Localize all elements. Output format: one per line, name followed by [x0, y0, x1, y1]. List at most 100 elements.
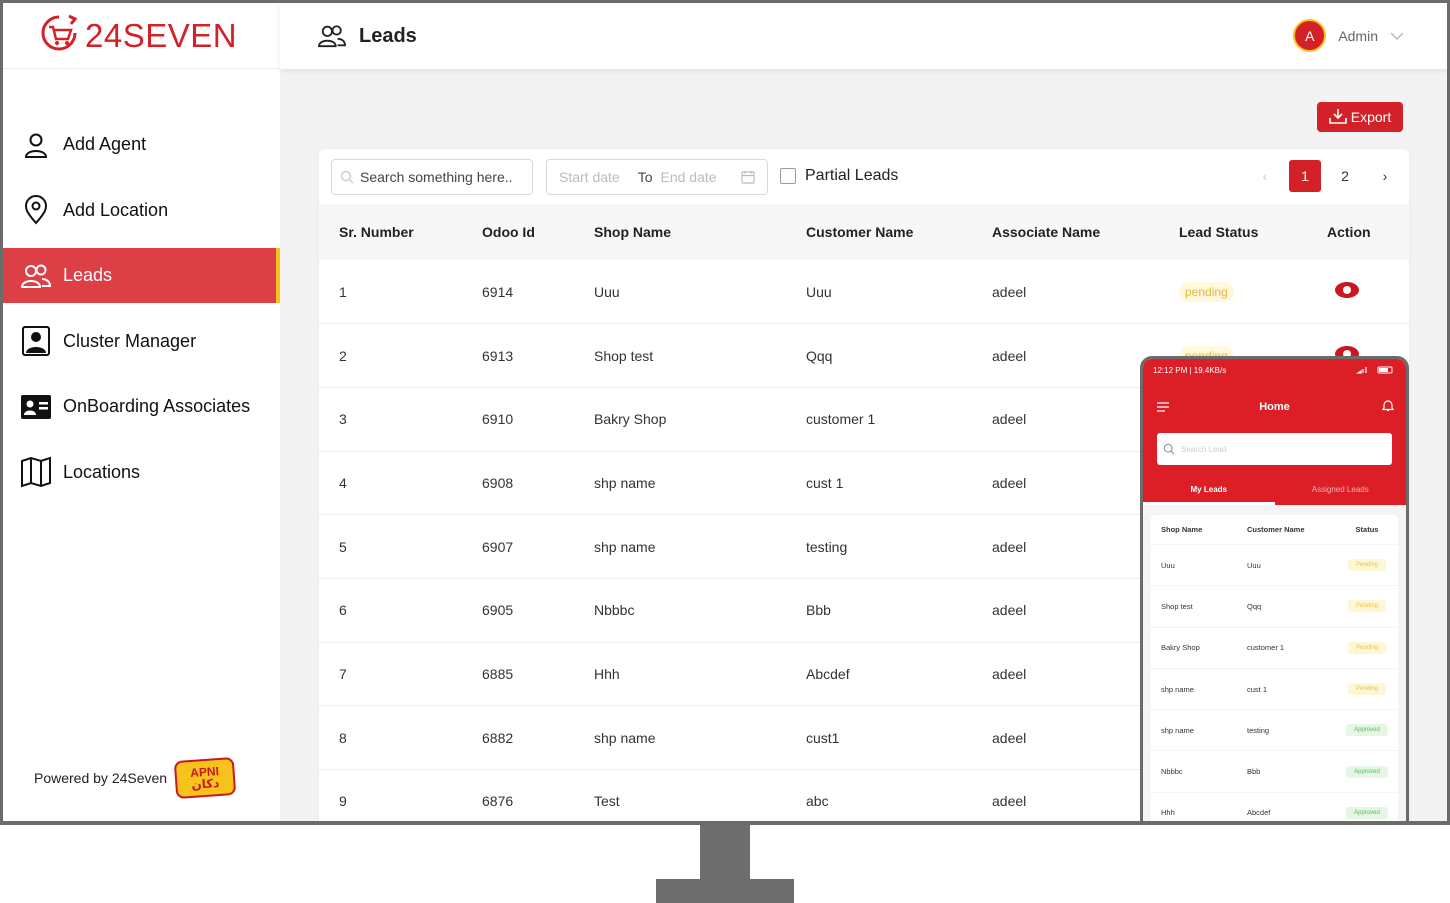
table-cell: 5: [319, 514, 482, 579]
partner-logo: APNI ﺩﮐﺎﻥ: [173, 756, 237, 800]
table-cell: Nbbbc: [594, 578, 806, 643]
table-cell: Shop test: [594, 323, 806, 388]
page-2-button[interactable]: 2: [1329, 160, 1361, 192]
sidebar-item-add-location[interactable]: Add Location: [3, 183, 280, 238]
search-placeholder: Search something here..: [360, 169, 513, 185]
phone-search-input[interactable]: Search Lead: [1157, 433, 1392, 465]
list-item[interactable]: Uuu Uuu Pending: [1151, 545, 1398, 587]
phone-tabs: My Leads Assigned Leads: [1143, 477, 1406, 505]
date-range-picker[interactable]: Start date To End date: [546, 159, 768, 195]
chevron-down-icon[interactable]: [1390, 29, 1404, 43]
list-cell: Uuu: [1247, 560, 1261, 570]
sidebar-item-leads[interactable]: Leads: [3, 248, 280, 303]
column-header[interactable]: Odoo Id: [482, 204, 594, 260]
list-item[interactable]: shp name testing Approved: [1151, 710, 1398, 752]
list-cell: Uuu: [1161, 560, 1175, 570]
phone-header: 12:12 PM | 19.4KB/s Home Search Lead My …: [1143, 359, 1406, 505]
sidebar-item-onboarding-associates[interactable]: OnBoarding Associates: [3, 379, 280, 434]
table-header-row: Sr. Number Odoo Id Shop Name Customer Na…: [319, 204, 1409, 260]
table-cell: testing: [806, 514, 992, 579]
status-cell: pending: [1179, 260, 1327, 325]
list-cell: testing: [1247, 725, 1270, 735]
chevron-right-icon[interactable]: ›: [1369, 160, 1401, 192]
column-header[interactable]: Associate Name: [992, 204, 1179, 260]
phone-status-time: 12:12 PM | 19.4KB/s: [1153, 366, 1227, 375]
sidebar-item-label: OnBoarding Associates: [63, 396, 251, 416]
list-item[interactable]: Nbbbc Bbb Approved: [1151, 751, 1398, 793]
id-card-icon: [19, 390, 53, 424]
start-date-input[interactable]: Start date: [559, 169, 620, 185]
end-date-input[interactable]: End date: [661, 169, 717, 185]
partial-leads-toggle[interactable]: Partial Leads: [780, 167, 898, 185]
list-cell: cust 1: [1247, 684, 1268, 694]
filter-bar: Search something here.. Start date To En…: [319, 149, 1409, 204]
eye-icon[interactable]: [1335, 282, 1359, 299]
calendar-icon[interactable]: [741, 170, 755, 184]
list-item[interactable]: Bakry Shop customer 1 Pending: [1151, 628, 1398, 669]
table-cell: shp name: [594, 451, 806, 516]
chevron-left-icon[interactable]: ‹: [1249, 160, 1281, 192]
user-menu[interactable]: A Admin: [1293, 19, 1404, 52]
bell-icon[interactable]: [1381, 399, 1395, 415]
column-header[interactable]: Status: [1337, 525, 1397, 534]
column-header[interactable]: Sr. Number: [319, 204, 482, 260]
user-icon: [19, 128, 53, 162]
sidebar-item-cluster-manager[interactable]: Cluster Manager: [3, 314, 280, 369]
column-header[interactable]: Lead Status: [1179, 204, 1327, 260]
list-cell: Bakry Shop: [1161, 643, 1200, 653]
table-cell: 6876: [482, 769, 594, 821]
date-separator: To: [637, 169, 653, 185]
avatar[interactable]: A: [1293, 19, 1327, 52]
list-cell: Shop test: [1161, 601, 1193, 611]
column-header: Shop Name: [1161, 525, 1203, 534]
partial-leads-checkbox[interactable]: [780, 168, 796, 184]
list-cell: shp name: [1161, 725, 1194, 735]
column-header: Customer Name: [1247, 525, 1305, 534]
search-input[interactable]: Search something here..: [331, 159, 533, 195]
users-icon: [317, 23, 347, 49]
table-cell: shp name: [594, 705, 806, 770]
status-badge: Pending: [1347, 641, 1387, 654]
tab-assigned-leads[interactable]: Assigned Leads: [1275, 477, 1407, 505]
monitor-stand-base: [656, 879, 794, 903]
table-cell: 8: [319, 705, 482, 770]
map-icon: [19, 455, 53, 489]
portrait-icon: [19, 324, 53, 358]
table-cell: 6905: [482, 578, 594, 643]
signal-battery-icon: [1356, 365, 1396, 376]
phone-search-placeholder: Search Lead: [1181, 444, 1227, 454]
list-item[interactable]: Shop test Qqq Pending: [1151, 586, 1398, 628]
table-cell: 4: [319, 451, 482, 516]
table-cell: Test: [594, 769, 806, 821]
table-cell: 2: [319, 323, 482, 388]
status-cell: Approved: [1337, 806, 1397, 819]
list-cell: Hhh: [1161, 808, 1175, 818]
top-bar: Leads A Admin: [280, 3, 1447, 69]
column-header[interactable]: Shop Name: [594, 204, 806, 260]
users-icon: [19, 259, 53, 293]
status-badge: Pending: [1347, 600, 1387, 613]
page-title-text: Leads: [359, 24, 417, 47]
export-button[interactable]: Export: [1317, 102, 1403, 132]
list-item[interactable]: shp name cust 1 Pending: [1151, 669, 1398, 711]
list-item[interactable]: Hhh Abcdef Approved: [1151, 793, 1398, 821]
status-cell: Pending: [1337, 559, 1397, 572]
brand-logo[interactable]: 24SEVEN: [3, 3, 280, 69]
tab-my-leads[interactable]: My Leads: [1143, 477, 1275, 505]
table-cell: 7: [319, 642, 482, 707]
monitor-screen: 24SEVEN Add Agent Add Location Leads Clu…: [0, 0, 1450, 825]
table-cell: 6910: [482, 387, 594, 452]
table-cell: Abcdef: [806, 642, 992, 707]
page-1-button[interactable]: 1: [1289, 160, 1321, 192]
table-cell: Hhh: [594, 642, 806, 707]
table-cell: 9: [319, 769, 482, 821]
sidebar-item-add-agent[interactable]: Add Agent: [3, 117, 280, 172]
table-row[interactable]: 1 6914 Uuu Uuu adeel pending: [319, 260, 1409, 325]
sidebar-item-label: Locations: [63, 461, 141, 482]
phone-mockup: 12:12 PM | 19.4KB/s Home Search Lead My …: [1140, 356, 1409, 821]
sidebar-item-locations[interactable]: Locations: [3, 445, 280, 500]
partial-leads-label: Partial Leads: [805, 167, 899, 184]
table-cell: 6: [319, 578, 482, 643]
column-header[interactable]: Customer Name: [806, 204, 992, 260]
sidebar-item-label: Add Location: [63, 199, 169, 220]
